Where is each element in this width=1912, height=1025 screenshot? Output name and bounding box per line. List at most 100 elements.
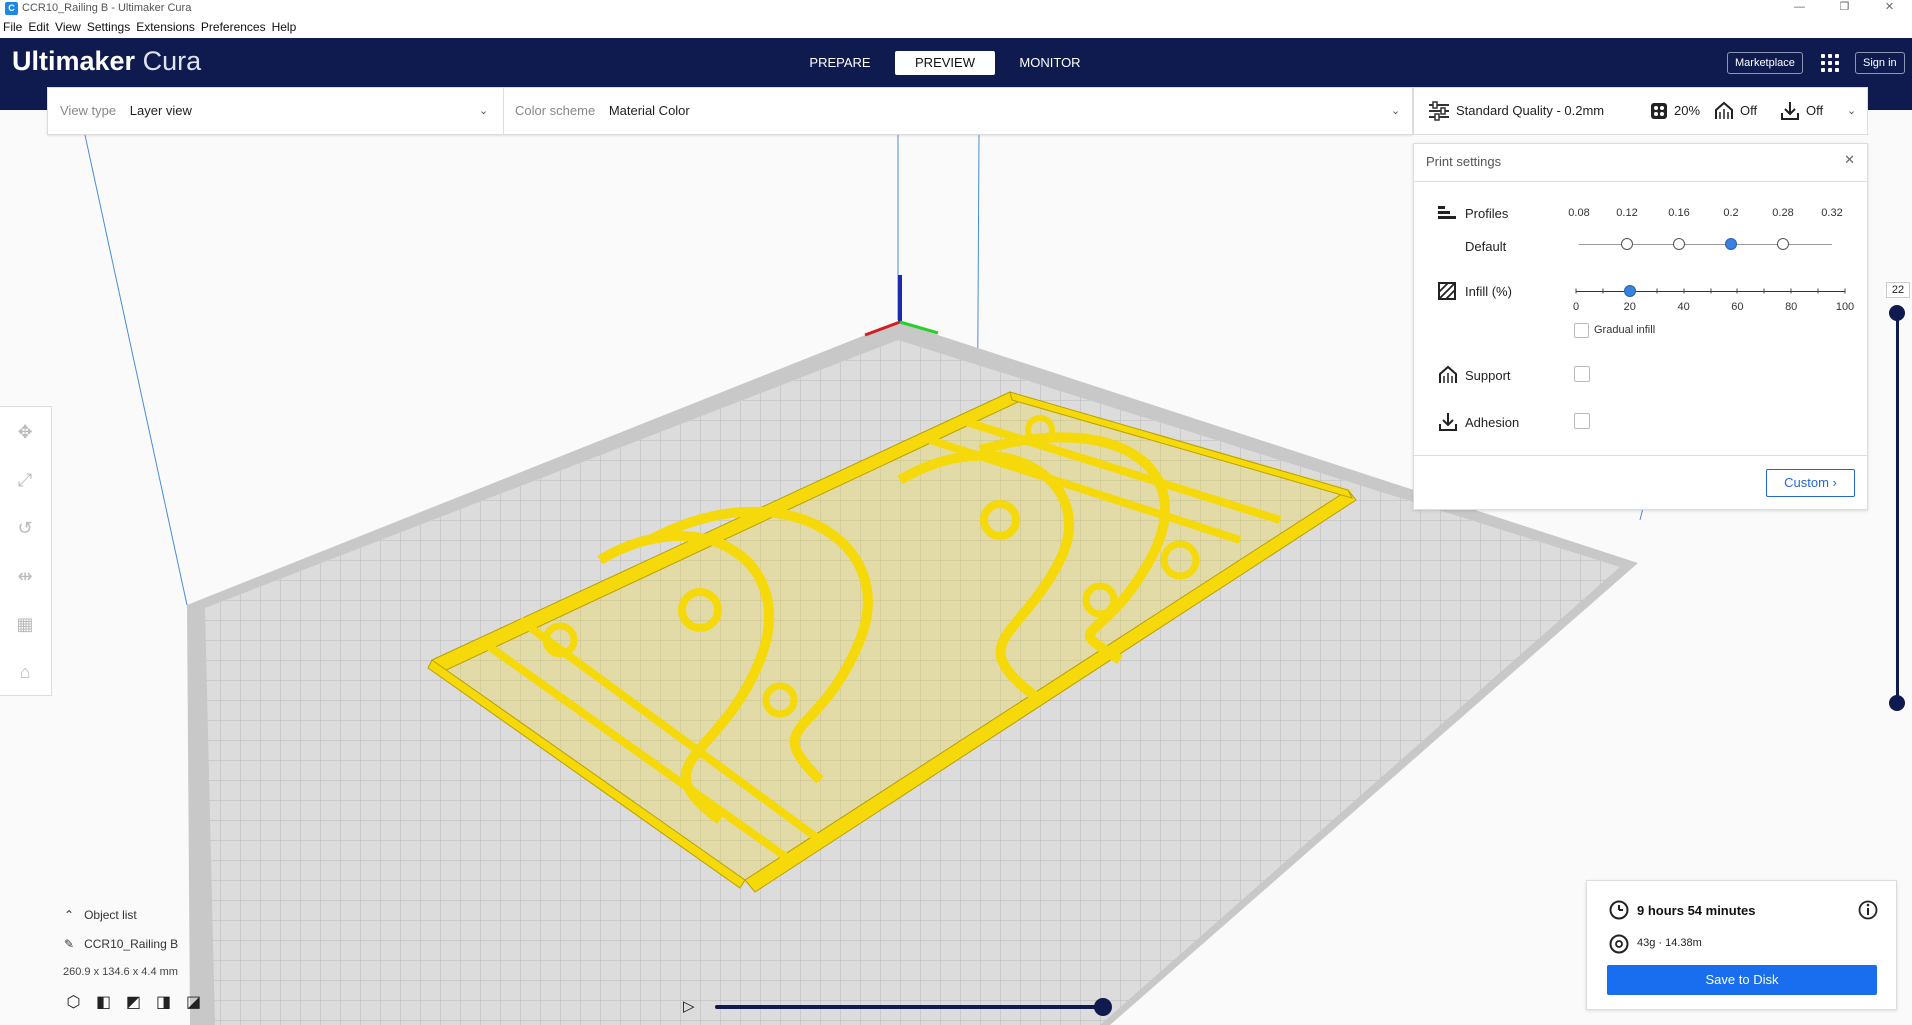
color-scheme-dropdown[interactable]: Color scheme Material Color [515,88,1395,134]
profile-option-0.2[interactable] [1725,238,1737,250]
right-view-icon[interactable]: ◪ [184,993,203,1012]
pencil-icon: ✎ [64,937,75,951]
gradual-infill-checkbox[interactable] [1574,323,1589,338]
3d-view-icon[interactable]: ⬡ [64,993,83,1012]
layer-slider-track[interactable] [1896,313,1899,703]
print-settings-header[interactable]: Standard Quality - 0.2mm 20% Off Off ⌄ [1413,87,1868,135]
profile-tick-label: 0.12 [1616,207,1638,219]
tab-prepare[interactable]: PREPARE [790,51,890,75]
infill-tick [1683,288,1685,294]
chevron-down-icon[interactable]: ⌄ [479,88,488,134]
menu-preferences[interactable]: Preferences [198,18,269,38]
chevron-down-icon[interactable]: ⌄ [1847,88,1856,134]
quality-label: Standard Quality - 0.2mm [1456,103,1605,118]
support-icon [1715,101,1733,119]
top-view-icon[interactable]: ◩ [124,993,143,1012]
profile-tick-label: 0.2 [1723,207,1739,219]
object-name-row[interactable]: ✎ CCR10_Railing B [64,937,178,951]
infill-density-icon [1438,282,1456,300]
profile-option-0.12[interactable] [1621,238,1633,250]
move-icon[interactable]: ✥ [14,421,36,443]
per-model-settings-icon[interactable]: ▦ [14,613,36,635]
play-icon[interactable]: ▷ [683,997,701,1017]
object-dimensions: 260.9 x 134.6 x 4.4 mm [63,966,178,978]
menu-help[interactable]: Help [269,18,300,38]
save-to-disk-button[interactable]: Save to Disk [1607,965,1877,995]
info-icon[interactable] [1858,900,1878,920]
adhesion-icon [1439,413,1457,431]
menu-bar: File Edit View Settings Extensions Prefe… [0,18,1912,38]
menu-file[interactable]: File [0,18,25,38]
infill-value: 20% [1674,103,1701,118]
rotate-icon[interactable]: ↺ [14,517,36,539]
infill-tick [1790,288,1792,294]
profile-slider-line[interactable] [1579,244,1832,245]
mirror-icon[interactable]: ⇹ [14,565,36,587]
path-slider-track[interactable] [715,1005,1105,1009]
profile-tick-label: 0.08 [1568,207,1590,219]
menu-extensions[interactable]: Extensions [133,18,198,38]
color-scheme-value: Material Color [608,103,690,118]
profile-option-0.28[interactable] [1777,238,1789,250]
maximize-icon[interactable]: ❐ [1822,0,1867,18]
print-time: 9 hours 54 minutes [1637,903,1756,918]
infill-tick-label: 60 [1731,301,1744,313]
tab-monitor[interactable]: MONITOR [1000,51,1100,75]
support-label: Support [1465,368,1511,383]
view-type-dropdown[interactable]: View type Layer view [60,88,500,134]
infill-tick [1575,288,1577,294]
view-settings-bar: View type Layer view ⌄ Color scheme Mate… [47,87,1413,135]
infill-slider-handle[interactable] [1623,285,1636,297]
close-icon[interactable]: ✕ [1867,0,1912,18]
apps-grid-icon[interactable] [1821,54,1839,72]
adhesion-checkbox[interactable] [1574,413,1590,429]
scale-icon[interactable]: ⤢ [14,469,36,491]
sign-in-button[interactable]: Sign in [1855,52,1905,74]
color-scheme-label: Color scheme [515,103,596,118]
path-slider-handle[interactable] [1094,998,1112,1016]
infill-tick [1763,288,1765,294]
menu-view[interactable]: View [52,18,84,38]
custom-settings-button[interactable]: Custom › [1766,469,1855,497]
default-label: Default [1465,239,1507,254]
ultimaker-cura-logo: Ultimaker Cura [12,46,202,76]
layer-slider-upper-handle[interactable] [1889,305,1905,321]
view-type-label: View type [60,103,117,118]
layer-slider-lower-handle[interactable] [1889,695,1905,711]
support-blocker-icon[interactable]: ⌂ [14,661,36,683]
infill-tick-label: 40 [1677,301,1690,313]
infill-tick-label: 0 [1572,301,1580,313]
object-list-toggle[interactable]: ⌃ Object list [64,908,137,922]
support-checkbox[interactable] [1574,366,1590,382]
cura-app-icon: C [5,2,18,15]
profile-option-0.16[interactable] [1673,238,1685,250]
infill-tick [1844,288,1846,294]
print-info-panel: 9 hours 54 minutes 43g · 14.38m Save to … [1586,880,1897,1010]
profile-tick-label: 0.28 [1772,207,1794,219]
print-settings-title: Print settings [1426,154,1502,169]
marketplace-button[interactable]: Marketplace [1727,52,1803,74]
infill-tick-label: 20 [1623,301,1636,313]
layer-number-input[interactable]: 22 [1886,282,1910,298]
infill-tick [1710,288,1711,294]
infill-label: Infill (%) [1465,284,1512,299]
stage-tabs: PREPARE PREVIEW MONITOR [790,51,1105,75]
chevron-down-icon[interactable]: ⌄ [1391,88,1400,134]
front-view-icon[interactable]: ◧ [94,993,113,1012]
infill-tick [1736,288,1738,294]
minimize-icon[interactable]: — [1777,0,1822,18]
menu-settings[interactable]: Settings [84,18,133,38]
tab-preview[interactable]: PREVIEW [895,51,995,75]
left-view-icon[interactable]: ◨ [154,993,173,1012]
menu-edit[interactable]: Edit [25,18,52,38]
material-usage: 43g · 14.38m [1637,937,1702,949]
infill-tick-label: 80 [1785,301,1798,313]
infill-tick [1817,288,1819,294]
adhesion-icon [1781,102,1799,120]
support-icon [1439,365,1457,383]
profiles-icon [1438,206,1456,219]
gradual-infill-label: Gradual infill [1594,324,1656,336]
close-icon[interactable]: ✕ [1844,152,1855,168]
infill-tick [1656,288,1658,294]
view-type-value: Layer view [129,103,192,118]
